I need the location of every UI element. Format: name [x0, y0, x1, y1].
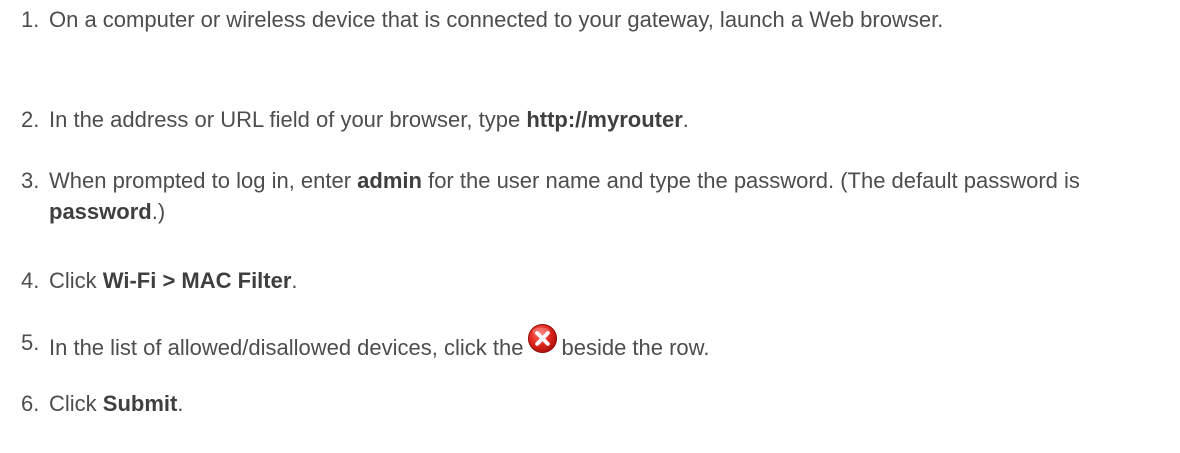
step-number: 2. — [21, 107, 40, 132]
step-5: 5. In the list of allowed/disallowed dev… — [21, 323, 1141, 363]
submit-text: Submit — [102, 391, 178, 416]
step-3: 3. When prompted to log in, enter admin … — [21, 165, 1141, 227]
step-4: 4. Click Wi-Fi > MAC Filter. — [21, 265, 1141, 296]
instruction-list: 1. On a computer or wireless device that… — [0, 0, 1180, 453]
delete-x-icon — [527, 323, 558, 358]
step-text: When prompted to log in, enter admin for… — [49, 165, 1141, 227]
step-number: 4. — [21, 268, 40, 293]
step-6: 6. Click Submit. — [21, 388, 1141, 419]
step-number: 1. — [21, 7, 40, 32]
step-text: In the list of allowed/disallowed device… — [49, 323, 1141, 363]
url-text: http://myrouter — [526, 107, 683, 132]
step-text-pre: When prompted to log in, enter — [49, 168, 358, 193]
step-text-pre: In the list of allowed/disallowed device… — [49, 335, 524, 360]
step-text: On a computer or wireless device that is… — [49, 7, 944, 32]
step-text-post: . — [682, 107, 689, 132]
step-text-pre: In the address or URL field of your brow… — [49, 107, 527, 132]
step-text-post: .) — [151, 199, 166, 224]
step-number: 5. — [21, 330, 40, 355]
step-text-mid: for the user name and type the password.… — [421, 168, 1080, 193]
step-text-post: . — [177, 391, 184, 416]
username-text: admin — [357, 168, 422, 193]
step-number: 6. — [21, 391, 40, 416]
step-number: 3. — [21, 168, 40, 193]
password-text: password — [49, 199, 152, 224]
step-text-post: beside the row. — [561, 335, 710, 360]
step-text-pre: Click — [49, 391, 103, 416]
step-text-pre: Click — [49, 268, 103, 293]
step-1: 1. On a computer or wireless device that… — [21, 4, 1141, 35]
step-text-post: . — [291, 268, 298, 293]
step-text: In the address or URL field of your brow… — [49, 104, 1141, 135]
menu-path-text: Wi-Fi > MAC Filter — [102, 268, 292, 293]
step-text: Click Wi-Fi > MAC Filter. — [49, 265, 1141, 296]
step-2: 2. In the address or URL field of your b… — [21, 104, 1141, 135]
step-text: Click Submit. — [49, 388, 1141, 419]
